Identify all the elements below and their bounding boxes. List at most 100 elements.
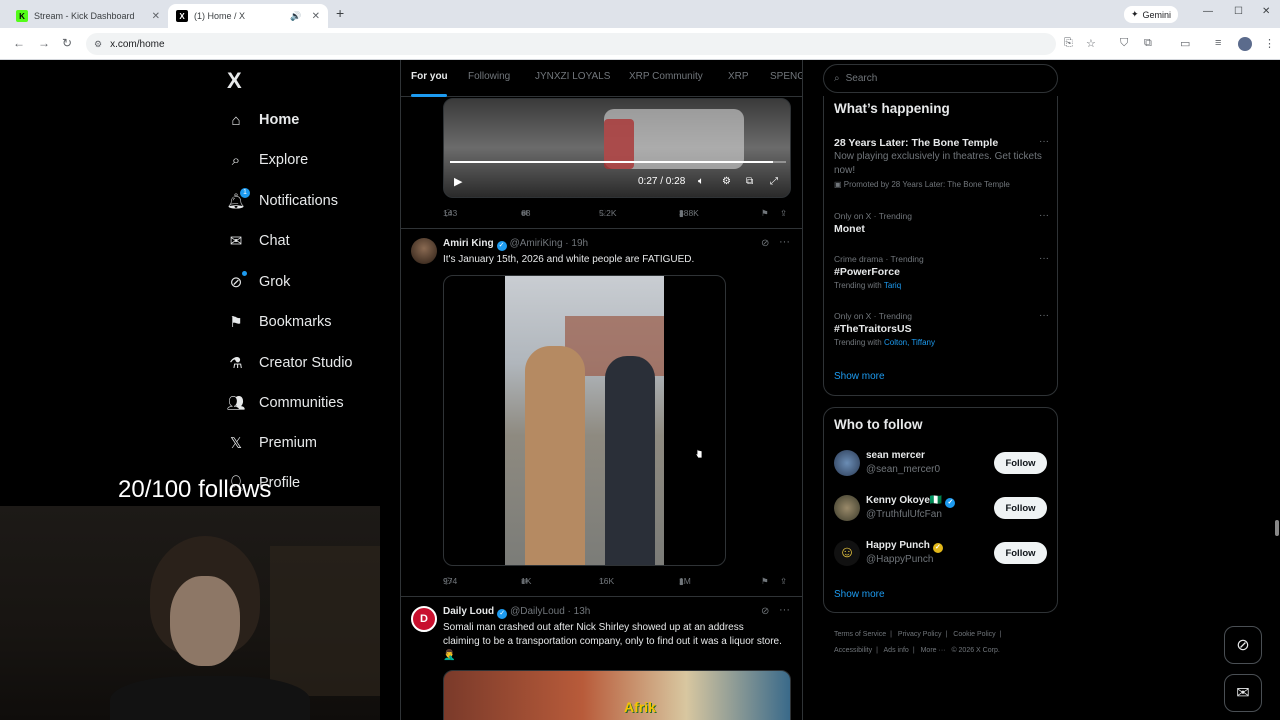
minimize-icon[interactable]: — xyxy=(1203,6,1213,17)
avatar[interactable] xyxy=(834,450,860,476)
author-handle[interactable]: @DailyLoud xyxy=(510,606,565,617)
side-panel-icon[interactable]: ▭ xyxy=(1180,37,1190,50)
more-icon[interactable]: ··· xyxy=(1039,253,1049,264)
install-app-icon[interactable]: ⎘ xyxy=(1064,37,1073,50)
volume-icon[interactable]: 🔈︎ xyxy=(698,176,704,187)
tweet-time[interactable]: · 13h xyxy=(568,606,591,617)
tab-speng[interactable]: SPENG xyxy=(770,71,802,82)
more-icon[interactable]: ··· xyxy=(1039,310,1049,321)
tweet-header: Amiri King ✓ @AmiriKing · 19h xyxy=(443,238,588,251)
share-icon[interactable]: ⇪ xyxy=(780,208,787,219)
tab-for-you[interactable]: For you xyxy=(411,71,448,82)
account-name-row[interactable]: Happy Punch ✓ xyxy=(866,540,946,553)
share-icon[interactable]: ⇪ xyxy=(780,576,787,587)
sidebar-item-communities[interactable]: 👥︎ Communities xyxy=(226,389,343,417)
author-handle[interactable]: @AmiriKing xyxy=(510,238,563,249)
media-control-icon[interactable]: ≡ xyxy=(1215,37,1221,49)
play-icon[interactable]: ▶ xyxy=(454,175,462,188)
more-icon[interactable]: ··· xyxy=(1039,136,1049,147)
footer-link[interactable]: Terms of Service xyxy=(834,631,886,638)
sidebar-item-grok[interactable]: ⊘ Grok xyxy=(226,268,290,296)
trend-item[interactable]: 28 Years Later: The Bone Temple Now play… xyxy=(834,136,1049,191)
url-input[interactable]: ⚙ x.com/home xyxy=(86,33,1056,55)
back-arrow-icon[interactable]: ← xyxy=(13,36,25,50)
browser-tab-x[interactable]: X (1) Home / X 🔊 ✕ xyxy=(168,4,328,28)
trend-item[interactable]: Only on X · Trending Monet ··· xyxy=(834,210,1049,236)
shield-icon[interactable]: ⛉ xyxy=(1120,37,1128,50)
close-window-icon[interactable]: ✕ xyxy=(1262,6,1270,17)
follow-button[interactable]: Follow xyxy=(994,452,1047,474)
sidebar-item-creator-studio[interactable]: ⚗ Creator Studio xyxy=(226,349,352,377)
video-frame-content xyxy=(505,276,664,565)
trending-with-link[interactable]: Colton, Tiffany xyxy=(884,338,935,347)
sidebar-item-notifications[interactable]: 🔔︎ 1 Notifications xyxy=(226,187,338,215)
video-player[interactable]: ▶ 0:27 / 0:28 🔈︎ ⚙ ⧉ ⤢ xyxy=(443,98,791,198)
grok-fab-button[interactable]: ⊘ xyxy=(1224,626,1262,664)
show-more-link[interactable]: Show more xyxy=(834,371,885,382)
gemini-button[interactable]: ✦ Gemini xyxy=(1124,6,1179,23)
sidebar-item-explore[interactable]: ⌕ Explore xyxy=(226,146,308,174)
sidebar-item-chat[interactable]: ✉ Chat xyxy=(226,227,290,255)
footer-link[interactable]: Accessibility xyxy=(834,647,872,654)
tab-xrp-community[interactable]: XRP Community xyxy=(629,71,703,82)
fullscreen-icon[interactable]: ⤢ xyxy=(770,176,778,187)
extensions-icon[interactable]: ⧉ xyxy=(1144,37,1152,50)
follow-suggestion[interactable]: sean mercer @sean_mercer0 Follow xyxy=(834,448,1049,480)
follow-button[interactable]: Follow xyxy=(994,497,1047,519)
footer-link[interactable]: Cookie Policy xyxy=(953,631,995,638)
account-name-row[interactable]: Kenny Okoye🇳🇬 ✓ xyxy=(866,495,958,508)
tab-xrp[interactable]: XRP xyxy=(728,71,749,82)
avatar[interactable] xyxy=(834,495,860,521)
more-icon[interactable]: ··· xyxy=(779,236,790,248)
browser-tab-kick[interactable]: K Stream - Kick Dashboard ✕ xyxy=(8,4,168,28)
maximize-icon[interactable]: ☐ xyxy=(1234,6,1243,17)
profile-avatar[interactable] xyxy=(1238,37,1252,51)
follow-suggestion[interactable]: ☺ Happy Punch ✓ @HappyPunch Follow xyxy=(834,538,1049,570)
messages-fab-button[interactable]: ✉ xyxy=(1224,674,1262,712)
close-icon[interactable]: ✕ xyxy=(312,11,320,22)
trend-item[interactable]: Only on X · Trending #TheTraitorsUS Tren… xyxy=(834,310,1049,349)
show-more-link[interactable]: Show more xyxy=(834,589,885,600)
site-info-icon[interactable]: ⚙ xyxy=(94,39,102,50)
trend-item[interactable]: Crime drama · Trending #PowerForce Trend… xyxy=(834,253,1049,292)
sidebar-item-bookmarks[interactable]: ⚑ Bookmarks xyxy=(226,308,331,336)
sidebar-item-premium[interactable]: 𝕏 Premium xyxy=(226,429,317,457)
footer-link[interactable]: Ads info xyxy=(884,647,909,654)
footer-link[interactable]: Privacy Policy xyxy=(898,631,942,638)
grok-icon[interactable]: ⊘ xyxy=(761,606,769,617)
settings-icon[interactable]: ⚙ xyxy=(722,176,731,187)
search-input[interactable]: ⌕ Search xyxy=(823,64,1058,93)
close-icon[interactable]: ✕ xyxy=(152,11,160,22)
reload-icon[interactable]: ↻ xyxy=(62,36,72,50)
follow-button[interactable]: Follow xyxy=(994,542,1047,564)
forward-arrow-icon[interactable]: → xyxy=(38,36,50,50)
account-name[interactable]: sean mercer xyxy=(866,450,925,461)
tweet-image[interactable]: Afrik xyxy=(443,670,791,720)
speaker-icon[interactable]: 🔊 xyxy=(290,11,301,22)
avatar[interactable]: D xyxy=(411,606,437,632)
smiley-avatar-icon[interactable]: ☺ xyxy=(834,540,860,566)
footer-link[interactable]: More ··· xyxy=(921,647,946,654)
video-player[interactable] xyxy=(443,275,726,566)
tab-following[interactable]: Following xyxy=(468,71,510,82)
bookmark-star-icon[interactable]: ☆ xyxy=(1086,37,1096,50)
avatar[interactable] xyxy=(411,238,437,264)
author-name[interactable]: Daily Loud xyxy=(443,606,494,617)
trending-with-link[interactable]: Tariq xyxy=(884,281,901,290)
video-progress-bar[interactable] xyxy=(450,161,786,163)
author-name[interactable]: Amiri King xyxy=(443,238,494,249)
follow-suggestion[interactable]: Kenny Okoye🇳🇬 ✓ @TruthfulUfcFan Follow xyxy=(834,493,1049,525)
pip-icon[interactable]: ⧉ xyxy=(746,176,753,187)
more-icon[interactable]: ··· xyxy=(1039,210,1049,221)
bookmark-button[interactable]: ⚑ xyxy=(761,576,769,587)
tab-jynxzi-loyals[interactable]: JYNXZI LOYALS xyxy=(535,71,610,82)
x-logo-icon[interactable]: X xyxy=(227,68,242,94)
sidebar-item-home[interactable]: ⌂ Home xyxy=(226,106,299,134)
more-icon[interactable]: ··· xyxy=(779,604,790,616)
new-tab-button[interactable]: + xyxy=(336,5,344,21)
bookmark-button[interactable]: ⚑ xyxy=(761,208,769,219)
tweet-time[interactable]: · 19h xyxy=(565,238,588,249)
menu-dots-icon[interactable]: ⋮ xyxy=(1264,37,1275,50)
scrollbar-thumb[interactable] xyxy=(1275,520,1279,536)
grok-icon[interactable]: ⊘ xyxy=(761,238,769,249)
